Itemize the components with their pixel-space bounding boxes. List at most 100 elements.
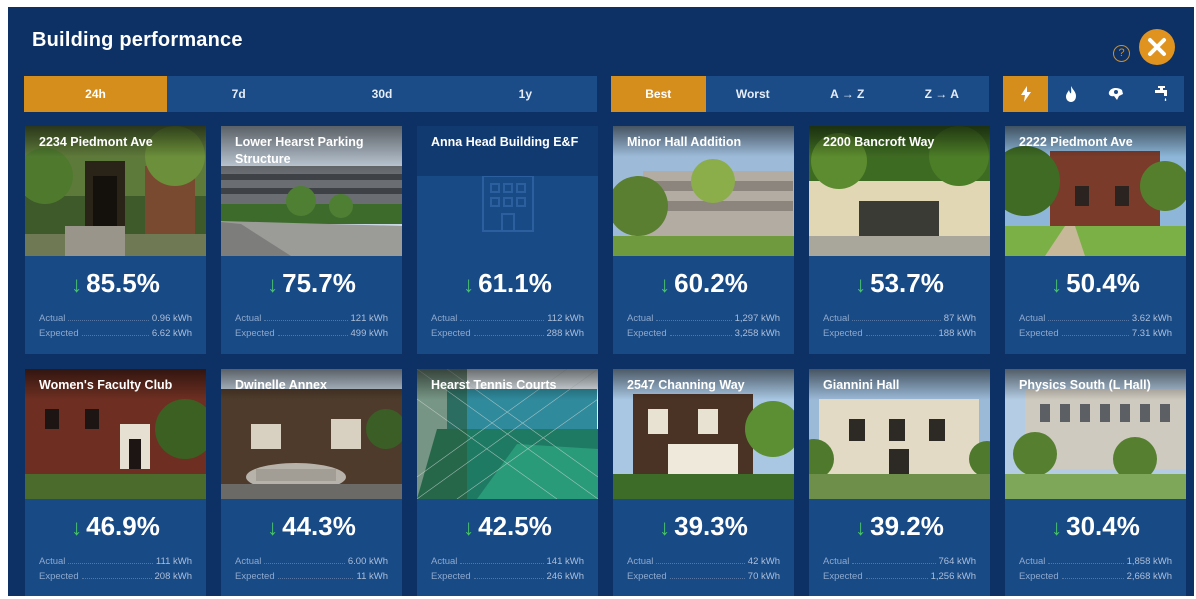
leader-dots [460, 563, 544, 564]
savings-value: 61.1% [478, 268, 552, 298]
expected-label: Expected [235, 328, 275, 339]
leader-dots [473, 578, 544, 579]
actual-value: 6.00 kWh [347, 556, 388, 567]
building-card-grid: 2234 Piedmont Ave ↓ 85.5% Actual 0.96 kWh… [25, 126, 1186, 596]
savings-percent: ↓ 85.5% [25, 268, 206, 299]
savings-value: 60.2% [674, 268, 748, 298]
savings-percent: ↓ 53.7% [809, 268, 990, 299]
savings-percent: ↓ 39.2% [809, 511, 990, 542]
time-option-7d[interactable]: 7d [167, 76, 310, 112]
expected-usage-row: Expected 288 kWh [431, 328, 584, 339]
actual-label: Actual [627, 556, 654, 567]
building-performance-panel: Building performance ? 24h 7d 30d 1y Bes… [8, 7, 1194, 596]
expected-value: 70 kWh [747, 571, 780, 582]
resource-option-electricity[interactable] [1003, 76, 1049, 112]
building-card[interactable]: Giannini Hall ↓ 39.2% Actual 764 kWh Expe… [809, 369, 990, 596]
actual-value: 764 kWh [938, 556, 977, 567]
savings-percent: ↓ 46.9% [25, 511, 206, 542]
expected-value: 3,258 kWh [734, 328, 780, 339]
savings-value: 30.4% [1066, 511, 1140, 541]
help-icon[interactable]: ? [1113, 45, 1130, 62]
down-arrow-icon: ↓ [71, 272, 83, 297]
leader-dots [68, 563, 153, 564]
expected-label: Expected [39, 571, 79, 582]
expected-label: Expected [1019, 571, 1059, 582]
savings-percent: ↓ 60.2% [613, 268, 794, 299]
down-arrow-icon: ↓ [1051, 272, 1063, 297]
leader-dots [865, 335, 936, 336]
expected-label: Expected [627, 571, 667, 582]
down-arrow-icon: ↓ [659, 515, 671, 540]
close-button[interactable] [1139, 29, 1175, 65]
savings-percent: ↓ 75.7% [221, 268, 402, 299]
building-card[interactable]: Minor Hall Addition ↓ 60.2% Actual 1,297 … [613, 126, 794, 354]
steam-icon [1108, 87, 1124, 100]
expected-label: Expected [431, 328, 471, 339]
building-card[interactable]: 2234 Piedmont Ave ↓ 85.5% Actual 0.96 kWh… [25, 126, 206, 354]
time-option-24h[interactable]: 24h [24, 76, 167, 112]
building-card[interactable]: Women's Faculty Club ↓ 46.9% Actual 111 k… [25, 369, 206, 596]
water-faucet-icon [1155, 86, 1168, 101]
resource-option-steam[interactable] [1094, 76, 1139, 112]
actual-label: Actual [235, 556, 262, 567]
expected-value: 208 kWh [154, 571, 193, 582]
actual-value: 111 kWh [155, 556, 192, 567]
savings-value: 39.3% [674, 511, 748, 541]
actual-value: 112 kWh [547, 313, 584, 324]
page-title: Building performance [32, 29, 243, 51]
building-card[interactable]: Physics South (L Hall) ↓ 30.4% Actual 1,8… [1005, 369, 1186, 596]
actual-value: 121 kWh [350, 313, 389, 324]
leader-dots [852, 563, 936, 564]
building-name: 2200 Bancroft Way [809, 126, 990, 157]
expected-value: 7.31 kWh [1131, 328, 1172, 339]
savings-percent: ↓ 30.4% [1005, 511, 1186, 542]
expected-usage-row: Expected 246 kWh [431, 571, 584, 582]
building-name: Lower Hearst Parking Structure [221, 126, 402, 174]
building-name: Minor Hall Addition [613, 126, 794, 157]
actual-usage-row: Actual 1,297 kWh [627, 313, 780, 324]
down-arrow-icon: ↓ [267, 272, 279, 297]
leader-dots [264, 563, 345, 564]
savings-value: 46.9% [86, 511, 160, 541]
building-card[interactable]: 2547 Channing Way ↓ 39.3% Actual 42 kWh E… [613, 369, 794, 596]
building-card[interactable]: 2200 Bancroft Way ↓ 53.7% Actual 87 kWh E… [809, 126, 990, 354]
sort-selector: Best Worst A → Z Z → A [611, 76, 989, 112]
savings-value: 44.3% [282, 511, 356, 541]
building-card[interactable]: 2222 Piedmont Ave ↓ 50.4% Actual 3.62 kWh… [1005, 126, 1186, 354]
actual-value: 3.62 kWh [1131, 313, 1172, 324]
resource-option-gas[interactable] [1048, 76, 1093, 112]
time-range-selector: 24h 7d 30d 1y [24, 76, 597, 112]
time-option-1y[interactable]: 1y [454, 76, 597, 112]
actual-label: Actual [823, 313, 850, 324]
actual-usage-row: Actual 0.96 kWh [39, 313, 192, 324]
actual-usage-row: Actual 111 kWh [39, 556, 192, 567]
sort-option-z-a[interactable]: Z → A [895, 76, 990, 112]
actual-label: Actual [39, 556, 66, 567]
leader-dots [852, 320, 941, 321]
building-card[interactable]: Anna Head Building E&F ↓ 61.1% Actual 112… [417, 126, 598, 354]
actual-value: 87 kWh [943, 313, 976, 324]
sort-option-worst[interactable]: Worst [706, 76, 801, 112]
savings-value: 42.5% [478, 511, 552, 541]
actual-usage-row: Actual 764 kWh [823, 556, 976, 567]
savings-percent: ↓ 61.1% [417, 268, 598, 299]
expected-label: Expected [823, 328, 863, 339]
sort-option-a-z[interactable]: A → Z [800, 76, 895, 112]
sort-option-best[interactable]: Best [611, 76, 706, 112]
actual-value: 42 kWh [747, 556, 780, 567]
time-option-30d[interactable]: 30d [310, 76, 453, 112]
building-card[interactable]: Dwinelle Annex ↓ 44.3% Actual 6.00 kWh Ex… [221, 369, 402, 596]
building-card[interactable]: Lower Hearst Parking Structure ↓ 75.7% Ac… [221, 126, 402, 354]
down-arrow-icon: ↓ [71, 515, 83, 540]
expected-usage-row: Expected 2,668 kWh [1019, 571, 1172, 582]
expected-usage-row: Expected 6.62 kWh [39, 328, 192, 339]
building-card[interactable]: Hearst Tennis Courts ↓ 42.5% Actual 141 k… [417, 369, 598, 596]
expected-value: 2,668 kWh [1126, 571, 1172, 582]
actual-usage-row: Actual 6.00 kWh [235, 556, 388, 567]
savings-value: 50.4% [1066, 268, 1140, 298]
lightning-icon [1020, 86, 1031, 102]
resource-option-water[interactable] [1139, 76, 1184, 112]
leader-dots [669, 578, 745, 579]
expected-label: Expected [627, 328, 667, 339]
leader-dots [1048, 563, 1124, 564]
